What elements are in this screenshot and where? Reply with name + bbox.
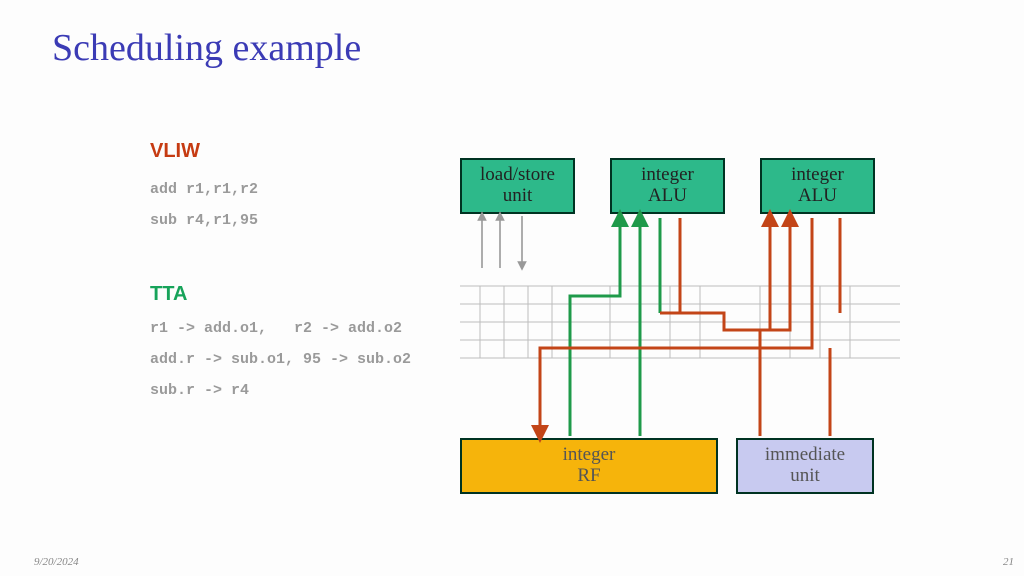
load-store-unit: load/storeunit — [460, 158, 575, 214]
footer-page: 21 — [1003, 556, 1014, 568]
integer-rf: integerRF — [460, 438, 718, 494]
code-column: VLIW add r1,r1,r2 sub r4,r1,95 TTA r1 ->… — [150, 140, 450, 413]
footer-date: 9/20/2024 — [34, 556, 79, 568]
architecture-diagram: load/storeunit integerALU integerALU int… — [460, 158, 940, 518]
tta-line-2: add.r -> sub.o1, 95 -> sub.o2 — [150, 351, 450, 368]
page-title: Scheduling example — [52, 26, 361, 70]
integer-alu-2: integerALU — [760, 158, 875, 214]
tta-line-3: sub.r -> r4 — [150, 382, 450, 399]
vliw-line-1: add r1,r1,r2 — [150, 181, 450, 198]
vliw-line-2: sub r4,r1,95 — [150, 212, 450, 229]
vliw-header: VLIW — [150, 140, 450, 163]
integer-alu-1: integerALU — [610, 158, 725, 214]
immediate-unit: immediateunit — [736, 438, 874, 494]
tta-header: TTA — [150, 283, 450, 306]
slide: Scheduling example VLIW add r1,r1,r2 sub… — [0, 0, 1024, 576]
tta-line-1: r1 -> add.o1, r2 -> add.o2 — [150, 320, 450, 337]
